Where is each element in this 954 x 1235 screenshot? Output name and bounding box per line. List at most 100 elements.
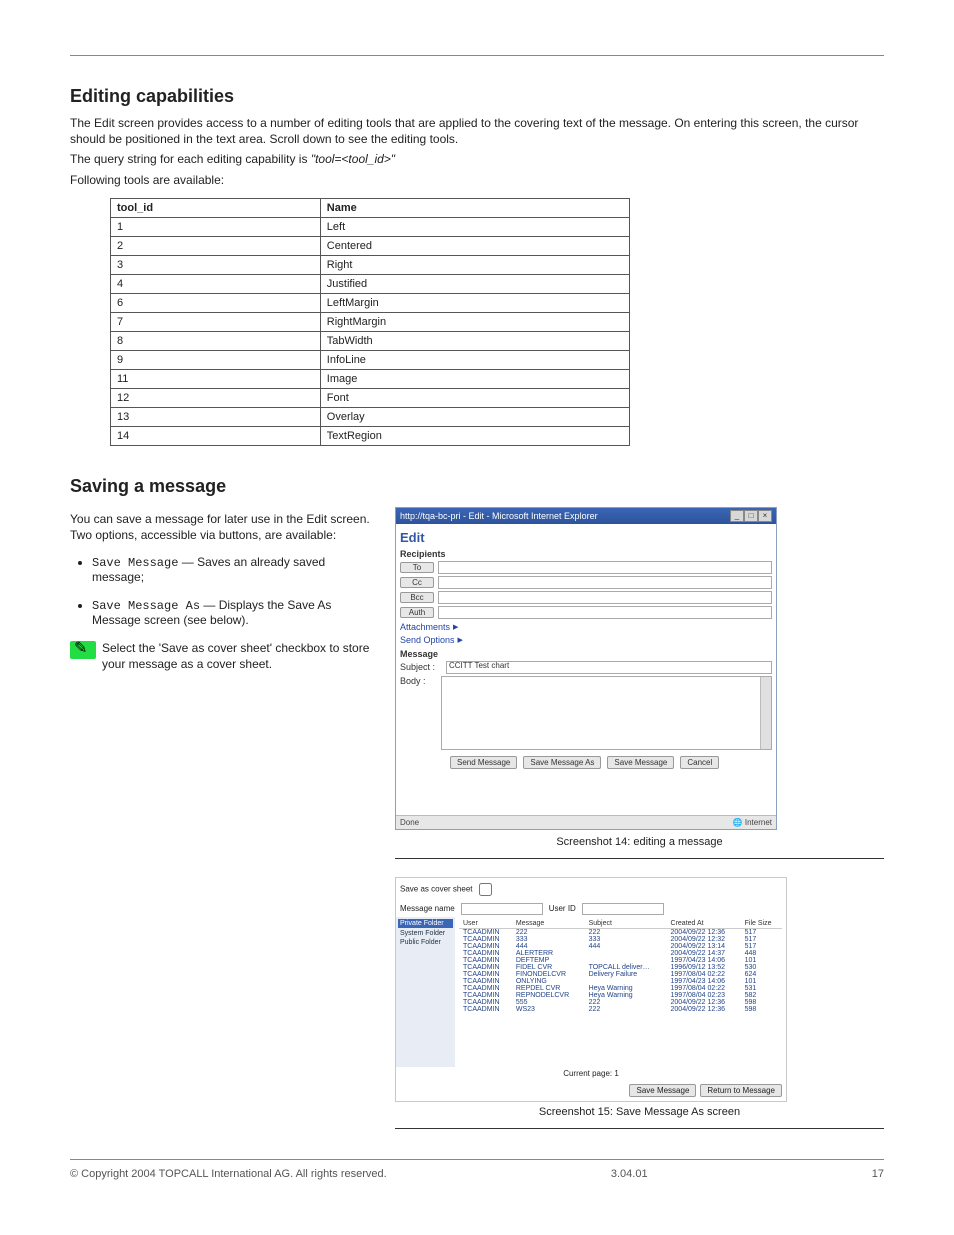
footer-version: 3.04.01: [611, 1168, 648, 1180]
table-row[interactable]: TCAADMINALERTERR2004/09/22 14:37448: [459, 950, 782, 957]
table-row[interactable]: TCAADMINREPNODELCVRHeya Warning1997/08/0…: [459, 992, 782, 999]
table-row: 8TabWidth: [111, 331, 630, 350]
subject-input[interactable]: CCITT Test chart: [446, 661, 772, 674]
fig2-save-message-button[interactable]: Save Message: [629, 1084, 696, 1097]
table-row: 4Justified: [111, 274, 630, 293]
table-row: 14TextRegion: [111, 426, 630, 445]
max-icon[interactable]: □: [744, 510, 758, 522]
table-row[interactable]: TCAADMINDEFTEMP1997/04/23 14:06101: [459, 957, 782, 964]
user-id-label: User ID: [549, 904, 576, 913]
send-options-link[interactable]: Send Options: [400, 635, 772, 645]
bcc-input[interactable]: [438, 591, 772, 604]
body-label: Body :: [400, 676, 437, 686]
message-name-input[interactable]: [461, 903, 543, 915]
column-header[interactable]: Message: [512, 919, 585, 929]
status-internet: 🌐 Internet: [733, 818, 772, 827]
editing-intro-1: The Edit screen provides access to a num…: [70, 115, 884, 147]
figure-save-as: Save as cover sheet Message name User ID…: [395, 877, 787, 1102]
table-row: 9InfoLine: [111, 350, 630, 369]
column-header[interactable]: File Size: [741, 919, 782, 929]
save-message-button[interactable]: Save Message: [607, 756, 674, 769]
note-icon: [70, 641, 96, 659]
table-row: 1Left: [111, 217, 630, 236]
fig1-window-controls: _□×: [730, 510, 772, 522]
fig1-recipients-label: Recipients: [400, 549, 772, 559]
bullet-save-message: Save Message — Saves an already saved me…: [92, 555, 370, 584]
save-options-list: Save Message — Saves an already saved me…: [70, 555, 370, 627]
capabilities-table: tool_id Name 1Left2Centered3Right4Justif…: [110, 198, 630, 446]
cover-sheet-checkbox[interactable]: [479, 883, 492, 896]
send-message-button[interactable]: Send Message: [450, 756, 517, 769]
body-textarea[interactable]: [441, 676, 772, 750]
table-row[interactable]: TCAADMINFIDEL CVRTOPCALL deliver…1996/09…: [459, 964, 782, 971]
fig1-statusbar: Done 🌐 Internet: [396, 815, 776, 829]
note-text: Select the 'Save as cover sheet' checkbo…: [102, 641, 370, 672]
save-message-as-button[interactable]: Save Message As: [523, 756, 601, 769]
table-row[interactable]: TCAADMIN2222222004/09/22 12:36517: [459, 928, 782, 936]
sidebar-item-private[interactable]: Private Folder: [398, 919, 453, 928]
table-row[interactable]: TCAADMINREPDEL CVRHeya Warning1997/08/04…: [459, 985, 782, 992]
column-header[interactable]: Subject: [585, 919, 667, 929]
sidebar-item-system[interactable]: System Folder: [398, 929, 453, 938]
subject-label: Subject :: [400, 662, 442, 672]
table-row[interactable]: TCAADMINFINONDELCVRDelivery Failure1997/…: [459, 971, 782, 978]
tool-query-string: "tool=<tool_id>": [311, 152, 395, 166]
fig1-caption: Screenshot 14: editing a message: [395, 836, 884, 859]
column-header[interactable]: Created At: [667, 919, 741, 929]
fig1-title: http://tqa-bc-pri - Edit - Microsoft Int…: [400, 511, 598, 521]
editing-intro-2: The query string for each editing capabi…: [70, 151, 884, 167]
label-save-message: Save Message: [92, 556, 178, 570]
user-id-input[interactable]: [582, 903, 664, 915]
table-row: 11Image: [111, 369, 630, 388]
subject-value: CCITT Test chart: [449, 661, 509, 670]
column-header[interactable]: User: [459, 919, 512, 929]
table-row: 2Centered: [111, 236, 630, 255]
table-row[interactable]: TCAADMIN3333332004/09/22 12:32517: [459, 936, 782, 943]
attachments-link[interactable]: Attachments: [400, 622, 772, 632]
heading-editing-capabilities: Editing capabilities: [70, 86, 884, 107]
table-row[interactable]: TCAADMIN4444442004/09/22 13:14517: [459, 943, 782, 950]
sidebar-item-public[interactable]: Public Folder: [398, 938, 453, 947]
figure-edit-window: http://tqa-bc-pri - Edit - Microsoft Int…: [395, 507, 777, 830]
cc-button[interactable]: Cc: [400, 577, 434, 588]
table-row[interactable]: TCAADMINONLYING1997/04/23 14:06101: [459, 978, 782, 985]
table-row: 3Right: [111, 255, 630, 274]
footer-copyright: © Copyright 2004 TOPCALL International A…: [70, 1168, 387, 1180]
fig1-titlebar: http://tqa-bc-pri - Edit - Microsoft Int…: [396, 508, 776, 524]
fig2-return-button[interactable]: Return to Message: [700, 1084, 782, 1097]
status-done: Done: [400, 818, 419, 827]
min-icon[interactable]: _: [730, 510, 744, 522]
cover-sheet-checkbox-label: Save as cover sheet: [400, 880, 495, 899]
cancel-button[interactable]: Cancel: [680, 756, 719, 769]
note-save-as-cover: Select the 'Save as cover sheet' checkbo…: [70, 641, 370, 672]
header-rule: [70, 55, 884, 56]
footer-page: 17: [872, 1168, 884, 1180]
editing-intro-2a: The query string for each editing capabi…: [70, 152, 307, 166]
auth-button[interactable]: Auth: [400, 607, 434, 618]
message-name-label: Message name: [400, 904, 455, 913]
label-save-message-as: Save Message As: [92, 599, 200, 613]
col-name: Name: [320, 198, 629, 217]
table-row: 13Overlay: [111, 407, 630, 426]
table-row: 12Font: [111, 388, 630, 407]
to-input[interactable]: [438, 561, 772, 574]
body-scrollbar[interactable]: [760, 677, 771, 749]
table-row: 6LeftMargin: [111, 293, 630, 312]
auth-input[interactable]: [438, 606, 772, 619]
fig2-caption: Screenshot 15: Save Message As screen: [395, 1106, 884, 1129]
current-page-label: Current page: 1: [396, 1067, 786, 1080]
table-row[interactable]: TCAADMIN5552222004/09/22 12:36598: [459, 999, 782, 1006]
fig1-message-label: Message: [400, 649, 772, 659]
page-footer: © Copyright 2004 TOPCALL International A…: [70, 1159, 884, 1180]
to-button[interactable]: To: [400, 562, 434, 573]
cc-input[interactable]: [438, 576, 772, 589]
table-row[interactable]: TCAADMINWS232222004/09/22 12:36598: [459, 1006, 782, 1013]
close-icon[interactable]: ×: [758, 510, 772, 522]
folder-sidebar: Private Folder System Folder Public Fold…: [396, 917, 455, 1067]
col-tool-id: tool_id: [111, 198, 321, 217]
heading-saving-message: Saving a message: [70, 476, 884, 497]
table-row: 7RightMargin: [111, 312, 630, 331]
editing-intro-3: Following tools are available:: [70, 172, 884, 188]
bcc-button[interactable]: Bcc: [400, 592, 434, 603]
fig1-heading: Edit: [400, 530, 772, 545]
